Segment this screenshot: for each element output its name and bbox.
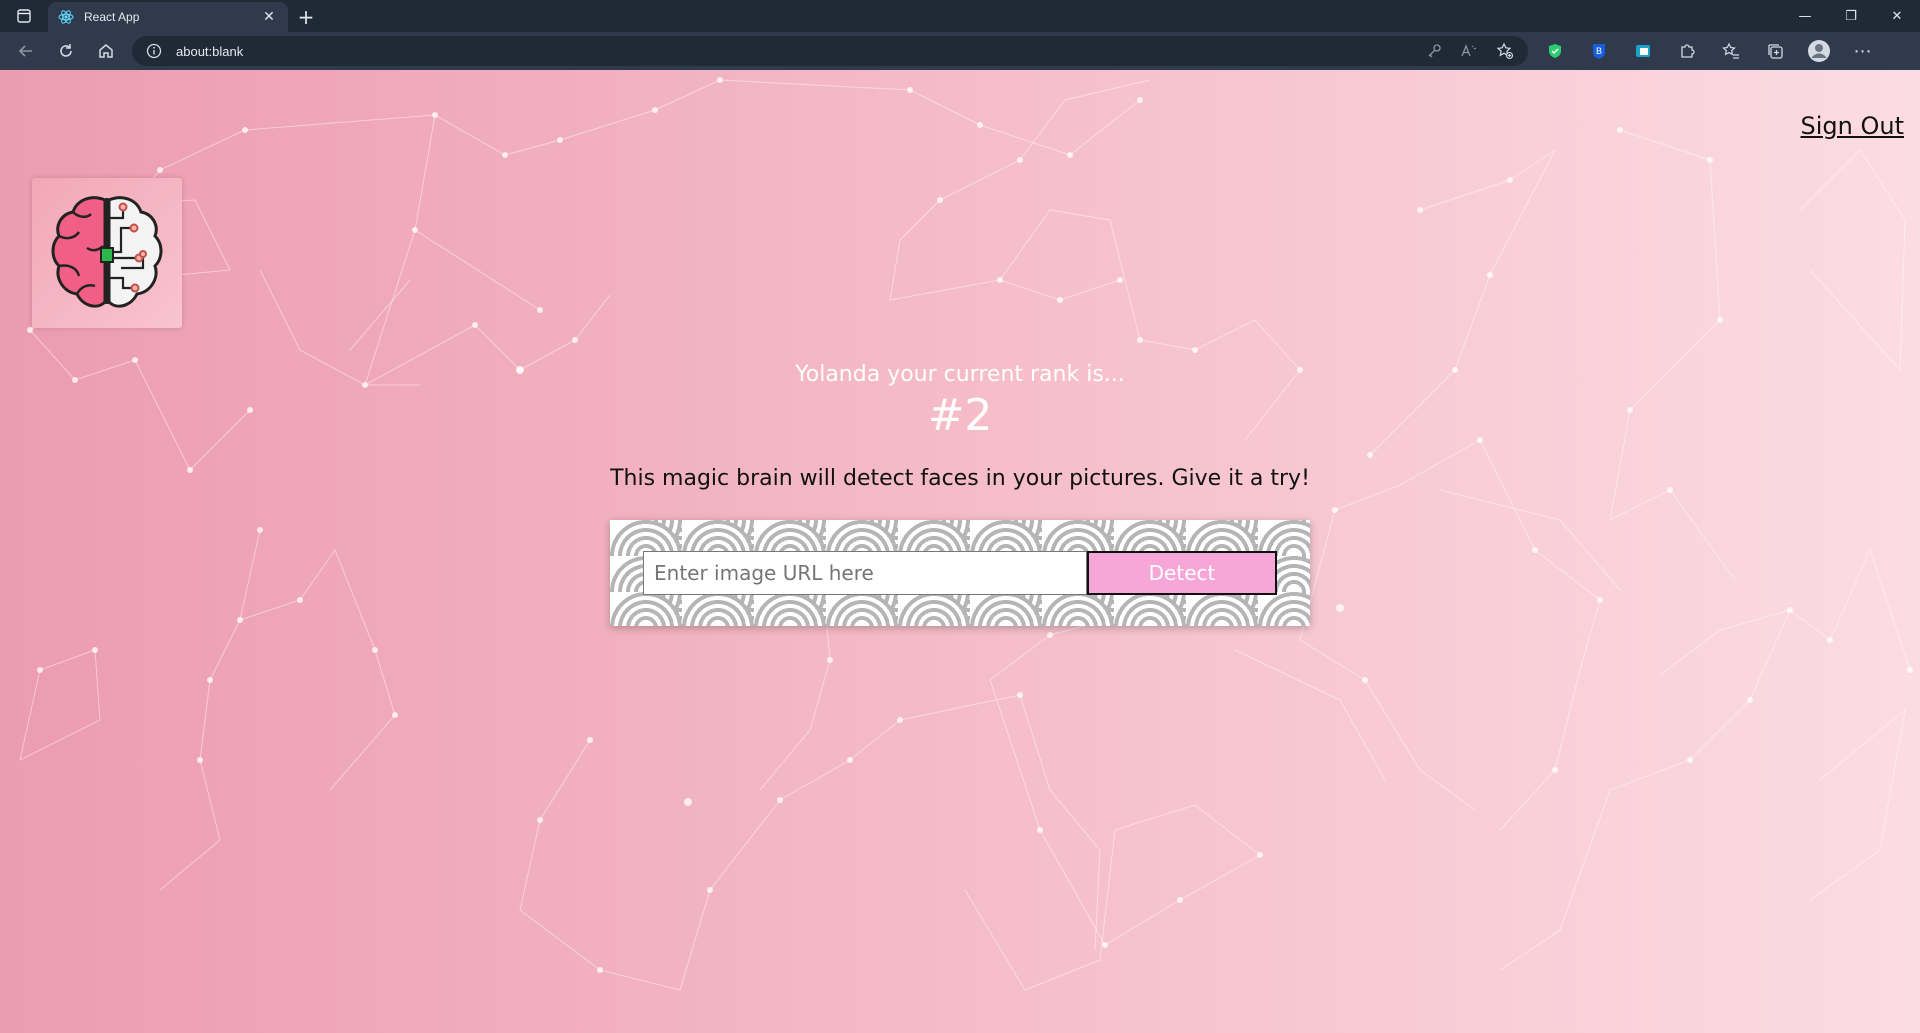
brain-logo[interactable]: [32, 178, 182, 328]
home-button[interactable]: [86, 35, 126, 67]
translate-extension-icon: [1636, 45, 1650, 57]
tab-strip: React App ✕ + — ❐ ✕: [0, 0, 1920, 32]
bitwarden-extension-icon: B: [1593, 44, 1605, 59]
tab-actions-button[interactable]: [0, 0, 48, 32]
image-url-form: Detect: [610, 520, 1310, 626]
rank-number: #2: [927, 390, 993, 441]
puzzle-extensions-icon: [1681, 44, 1695, 58]
react-favicon-icon: [58, 10, 74, 24]
profile-button[interactable]: [1802, 36, 1836, 66]
rank-label: Yolanda your current rank is...: [795, 362, 1125, 387]
favorites-icon: [1722, 42, 1739, 59]
extensions-button[interactable]: [1670, 36, 1704, 66]
read-aloud-icon[interactable]: [1460, 43, 1478, 59]
tagline: This magic brain will detect faces in yo…: [610, 466, 1310, 491]
back-button[interactable]: [6, 35, 46, 67]
home-icon: [99, 44, 113, 58]
address-bar-icons: [1426, 42, 1514, 60]
new-tab-button[interactable]: +: [288, 2, 324, 32]
plus-icon: +: [297, 5, 315, 29]
extensions-row: B ⋯: [1538, 36, 1880, 66]
reload-button[interactable]: [46, 35, 86, 67]
close-icon: ✕: [1891, 8, 1903, 24]
window-controls: — ❐ ✕: [1782, 0, 1920, 32]
collections-icon: [1768, 44, 1783, 59]
minimize-button[interactable]: —: [1782, 0, 1828, 32]
bitwarden-extension-button[interactable]: B: [1582, 36, 1616, 66]
favorites-button[interactable]: [1714, 36, 1748, 66]
restore-icon: ❐: [1845, 8, 1857, 24]
tab-title: React App: [84, 10, 140, 24]
more-icon: ⋯: [1853, 40, 1873, 62]
back-arrow-icon: [18, 45, 32, 57]
image-url-input[interactable]: [643, 551, 1087, 595]
sign-out-link[interactable]: Sign Out: [1801, 112, 1905, 140]
shield-extension-button[interactable]: [1538, 36, 1572, 66]
translate-extension-button[interactable]: [1626, 36, 1660, 66]
detect-button[interactable]: Detect: [1087, 551, 1277, 595]
reload-icon: [60, 44, 72, 57]
profile-icon: [1808, 40, 1830, 62]
browser-tab[interactable]: React App ✕: [48, 2, 288, 32]
shield-extension-icon: [1549, 44, 1561, 58]
info-icon[interactable]: [146, 43, 162, 59]
add-favorite-icon[interactable]: [1496, 42, 1514, 60]
tab-actions-icon: [17, 9, 31, 23]
app-page: Sign Out Yolanda your current rank is...…: [0, 70, 1920, 1033]
address-bar[interactable]: about:blank: [132, 36, 1528, 66]
svg-text:B: B: [1596, 46, 1602, 56]
close-window-button[interactable]: ✕: [1874, 0, 1920, 32]
address-text[interactable]: about:blank: [176, 44, 1412, 59]
collections-button[interactable]: [1758, 36, 1792, 66]
restore-button[interactable]: ❐: [1828, 0, 1874, 32]
key-icon[interactable]: [1426, 43, 1442, 59]
more-button[interactable]: ⋯: [1846, 36, 1880, 66]
minimize-icon: —: [1798, 8, 1812, 24]
brain-icon: [51, 196, 163, 308]
tab-close-icon[interactable]: ✕: [260, 9, 278, 25]
browser-toolbar: about:blank B ⋯: [0, 32, 1920, 70]
